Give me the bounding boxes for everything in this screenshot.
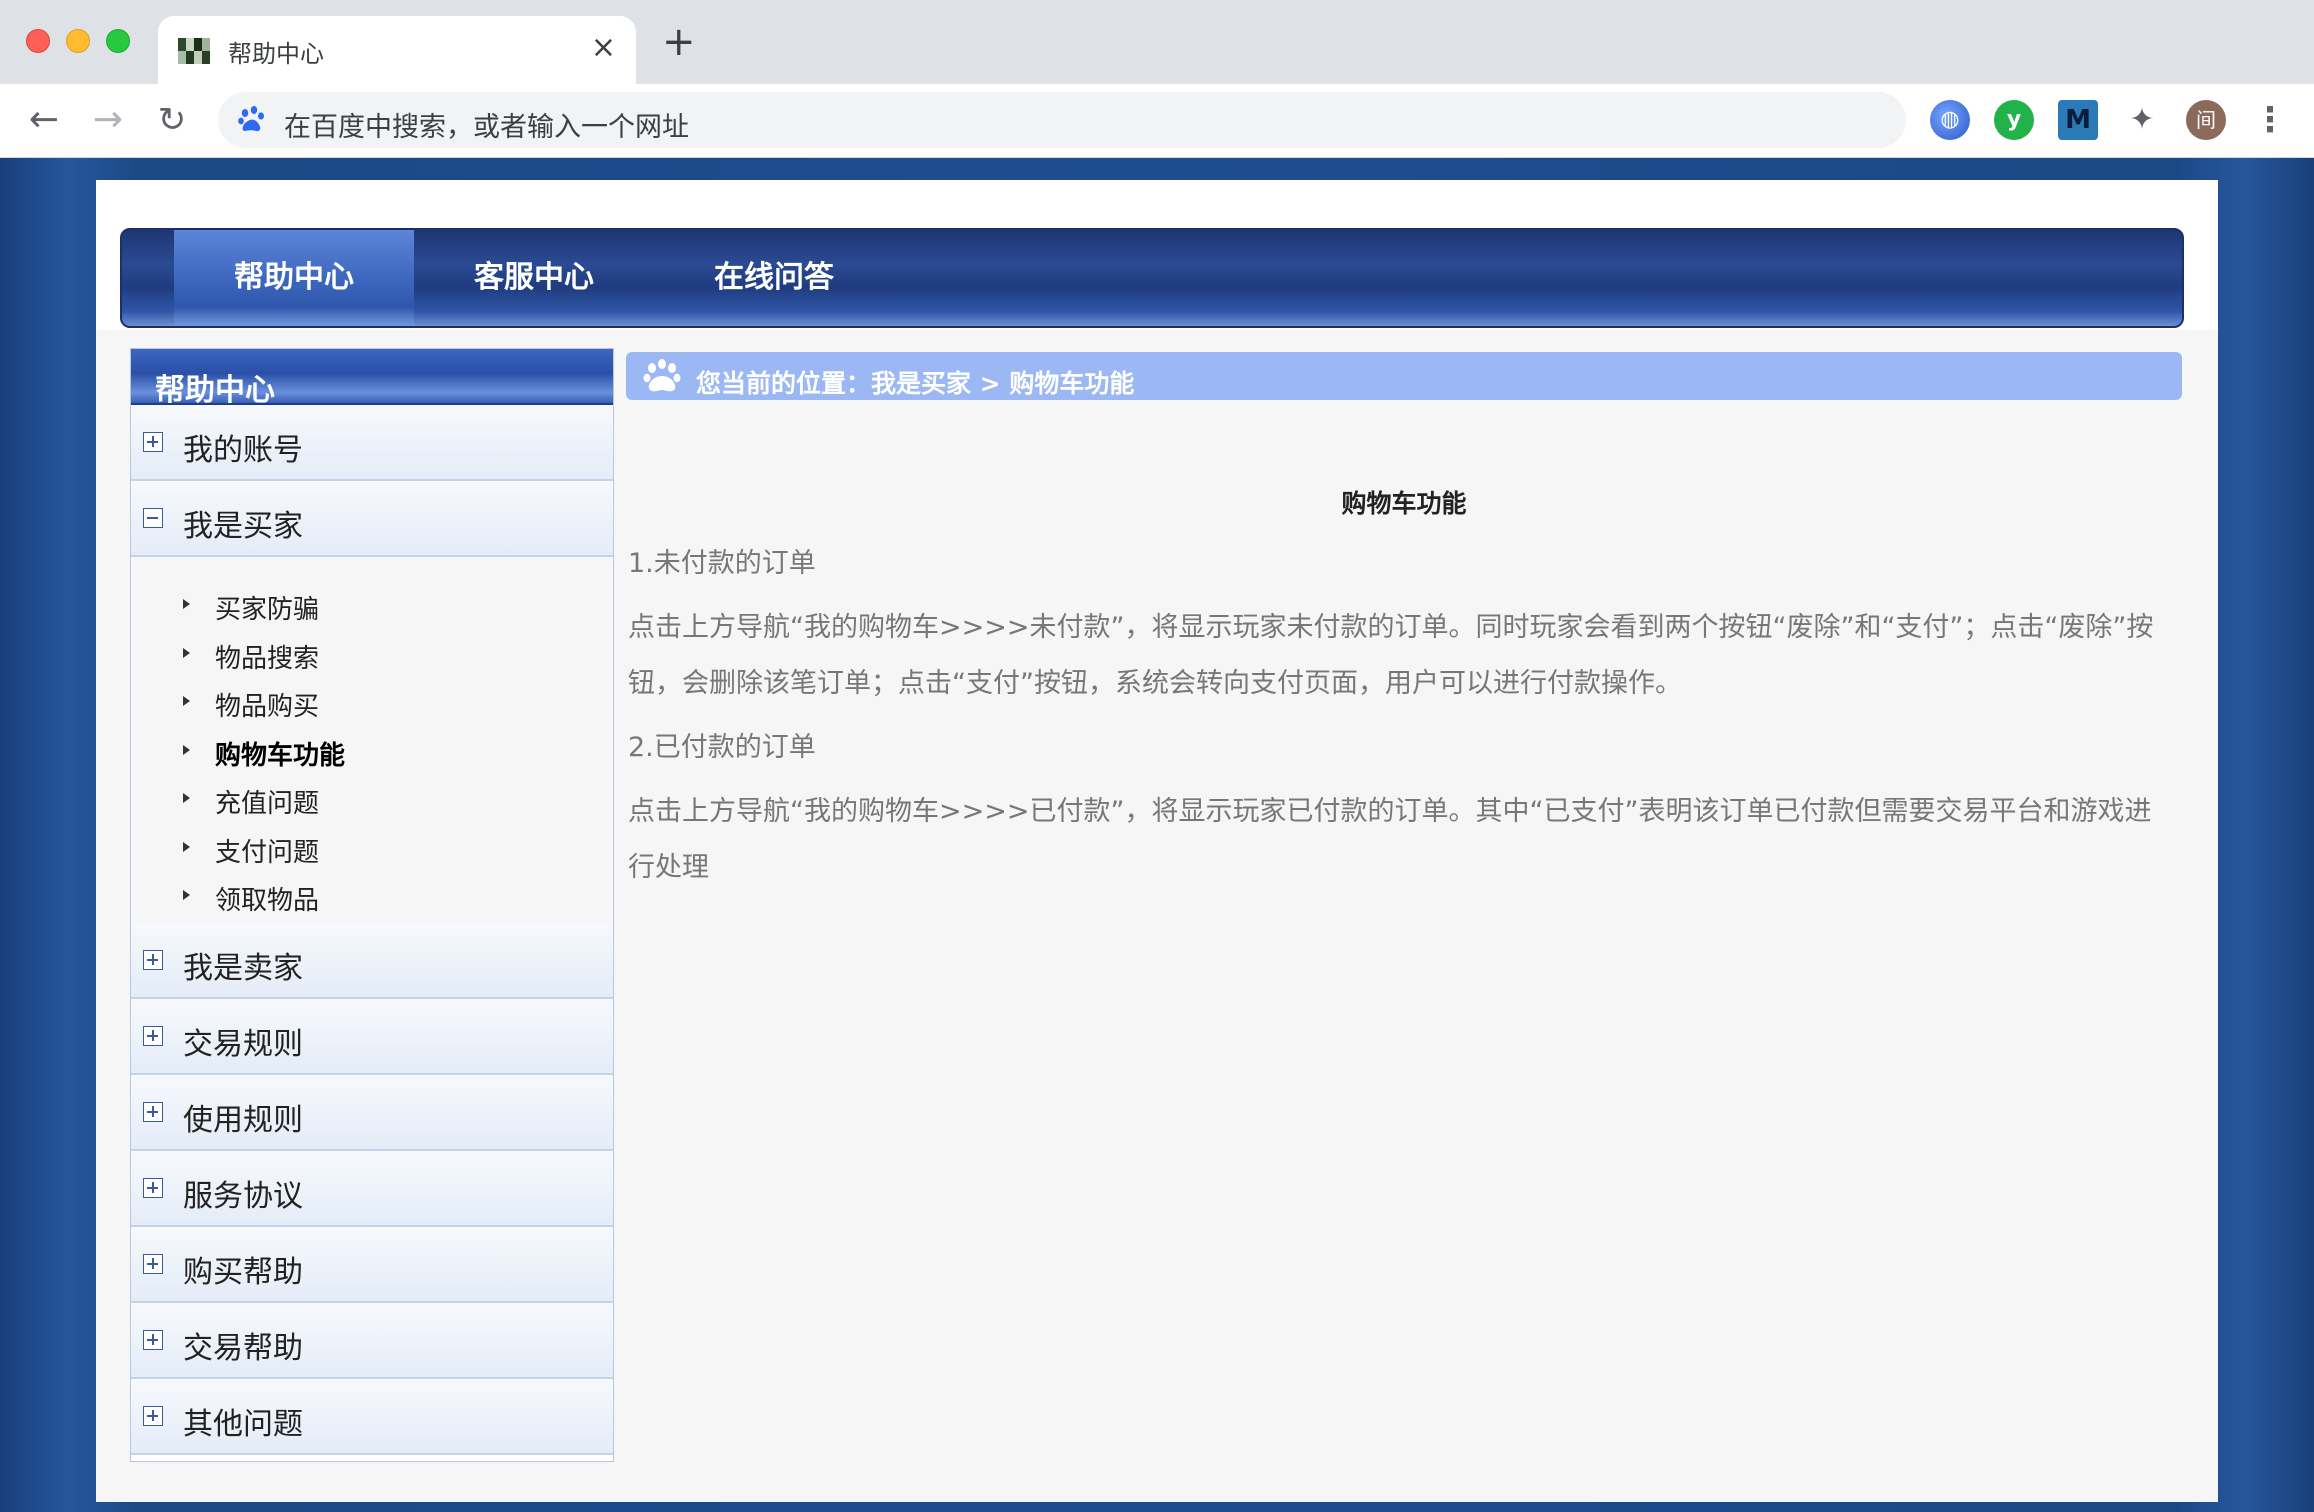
sidebar-section-usage-rules[interactable]: 使用规则 — [131, 1075, 613, 1151]
sidebar-subitem-recharge[interactable]: 充值问题 — [131, 777, 613, 826]
sidebar-section-label: 其他问题 — [183, 1407, 303, 1442]
article-paragraph-paid: 点击上方导航“我的购物车>>>>已付款”，将显示玩家已付款的订单。其中“已支付”… — [628, 796, 2152, 883]
y-extension-icon[interactable]: y — [1994, 100, 2034, 140]
sidebar-section-label: 我是卖家 — [183, 951, 303, 986]
breadcrumb-text: 您当前的位置：我是买家 > 购物车功能 — [696, 369, 1135, 398]
sidebar-title: 帮助中心 — [155, 373, 275, 408]
expand-plus-icon[interactable] — [143, 1102, 163, 1122]
browser-tab[interactable]: 帮助中心 × — [158, 16, 636, 84]
article-heading-unpaid: 1.未付款的订单 — [628, 548, 816, 579]
window-zoom-button[interactable] — [106, 29, 130, 53]
triangle-right-icon — [183, 890, 190, 900]
sidebar-section-label: 交易规则 — [183, 1027, 303, 1062]
sidebar-subitem-claim-items[interactable]: 领取物品 — [131, 874, 613, 923]
sidebar-subitem-label: 物品搜索 — [215, 643, 320, 674]
page-container: 帮助中心 客服中心 在线问答 帮助中心 我的账号 我是买家 买家防骗 物品搜索 … — [96, 180, 2218, 1502]
sidebar: 帮助中心 我的账号 我是买家 买家防骗 物品搜索 物品购买 购物车功能 充值问题… — [130, 348, 614, 1462]
sidebar-section-seller[interactable]: 我是卖家 — [131, 923, 613, 999]
sidebar-section-label: 我的账号 — [183, 433, 303, 468]
new-tab-icon[interactable]: + — [662, 22, 696, 62]
sidebar-subitem-item-purchase[interactable]: 物品购买 — [131, 680, 613, 729]
expand-plus-icon[interactable] — [143, 1254, 163, 1274]
page-viewport: 帮助中心 客服中心 在线问答 帮助中心 我的账号 我是买家 买家防骗 物品搜索 … — [0, 158, 2314, 1512]
article-paragraph-unpaid: 点击上方导航“我的购物车>>>>未付款”，将显示玩家未付款的订单。同时玩家会看到… — [628, 612, 2154, 699]
sidebar-subitem-label: 支付问题 — [215, 837, 320, 868]
triangle-right-icon — [183, 696, 190, 706]
buyer-subitems: 买家防骗 物品搜索 物品购买 购物车功能 充值问题 支付问题 领取物品 — [131, 557, 613, 923]
address-bar-placeholder: 在百度中搜索，或者输入一个网址 — [284, 112, 689, 143]
sidebar-subitem-label: 购物车功能 — [215, 740, 346, 771]
sidebar-header: 帮助中心 — [131, 349, 613, 408]
article-body: 1.未付款的订单 点击上方导航“我的购物车>>>>未付款”，将显示玩家未付款的订… — [628, 536, 2178, 904]
sidebar-section-label: 我是买家 — [183, 509, 303, 544]
sidebar-subitem-label: 买家防骗 — [215, 595, 320, 625]
address-bar[interactable]: 在百度中搜索，或者输入一个网址 — [218, 92, 1906, 148]
window-close-button[interactable] — [26, 29, 50, 53]
expand-plus-icon[interactable] — [143, 950, 163, 970]
favicon-icon — [178, 38, 210, 64]
back-arrow-icon[interactable]: ← — [22, 98, 66, 142]
tab-title: 帮助中心 — [228, 40, 324, 68]
expand-plus-icon[interactable] — [143, 432, 163, 452]
window-minimize-button[interactable] — [66, 29, 90, 53]
triangle-right-icon — [183, 744, 190, 755]
sidebar-section-label: 购买帮助 — [183, 1255, 303, 1290]
sidebar-subitem-cart-function[interactable]: 购物车功能 — [131, 729, 613, 778]
browser-toolbar: ← → ↻ 在百度中搜索，或者输入一个网址 ◍ y M ✦ 间 ⋮ — [0, 84, 2314, 158]
expand-plus-icon[interactable] — [143, 1178, 163, 1198]
triangle-right-icon — [183, 599, 190, 609]
sidebar-section-purchase-help[interactable]: 购买帮助 — [131, 1227, 613, 1303]
nav-tab-online-qa[interactable]: 在线问答 — [654, 230, 894, 326]
sidebar-section-trade-rules[interactable]: 交易规则 — [131, 999, 613, 1075]
expand-plus-icon[interactable] — [143, 1406, 163, 1426]
expand-plus-icon[interactable] — [143, 1026, 163, 1046]
breadcrumb: 您当前的位置：我是买家 > 购物车功能 — [626, 352, 2182, 400]
browser-tab-bar: 帮助中心 × + — [0, 0, 2314, 84]
triangle-right-icon — [183, 841, 190, 852]
sidebar-subitem-label: 领取物品 — [215, 886, 320, 916]
sidebar-subitem-label: 物品购买 — [215, 692, 320, 722]
sidebar-section-service-agreement[interactable]: 服务协议 — [131, 1151, 613, 1227]
tab-close-icon[interactable]: × — [591, 30, 616, 66]
triangle-right-icon — [183, 793, 190, 803]
nav-tab-customer-service[interactable]: 客服中心 — [414, 230, 654, 326]
puzzle-extensions-icon[interactable]: ✦ — [2122, 100, 2162, 140]
sidebar-section-trade-help[interactable]: 交易帮助 — [131, 1303, 613, 1379]
sidebar-section-label: 服务协议 — [183, 1179, 303, 1214]
main-nav: 帮助中心 客服中心 在线问答 — [120, 228, 2184, 328]
paw-icon — [643, 359, 681, 392]
m-extension-icon[interactable]: M — [2058, 100, 2098, 140]
article-heading-paid: 2.已付款的订单 — [628, 732, 816, 763]
sidebar-section-label: 使用规则 — [183, 1103, 303, 1138]
sidebar-subitem-anti-fraud[interactable]: 买家防骗 — [131, 583, 613, 632]
globe-extension-icon[interactable]: ◍ — [1930, 100, 1970, 140]
sidebar-subitem-label: 充值问题 — [215, 789, 320, 819]
reload-icon[interactable]: ↻ — [150, 98, 194, 142]
expand-plus-icon[interactable] — [143, 1330, 163, 1350]
article-title: 购物车功能 — [1341, 489, 1467, 518]
kebab-menu-icon[interactable]: ⋮ — [2250, 100, 2290, 140]
profile-avatar[interactable]: 间 — [2186, 100, 2226, 140]
sidebar-subitem-payment[interactable]: 支付问题 — [131, 826, 613, 875]
collapse-minus-icon[interactable] — [143, 508, 163, 528]
sidebar-section-buyer[interactable]: 我是买家 — [131, 481, 613, 557]
sidebar-subitem-item-search[interactable]: 物品搜索 — [131, 632, 613, 681]
sidebar-section-my-account[interactable]: 我的账号 — [131, 405, 613, 481]
baidu-paw-icon — [238, 106, 264, 132]
nav-tab-help-center[interactable]: 帮助中心 — [174, 230, 414, 326]
sidebar-section-label: 交易帮助 — [183, 1331, 303, 1366]
forward-arrow-icon[interactable]: → — [86, 98, 130, 142]
sidebar-section-other[interactable]: 其他问题 — [131, 1379, 613, 1455]
triangle-right-icon — [183, 647, 190, 658]
